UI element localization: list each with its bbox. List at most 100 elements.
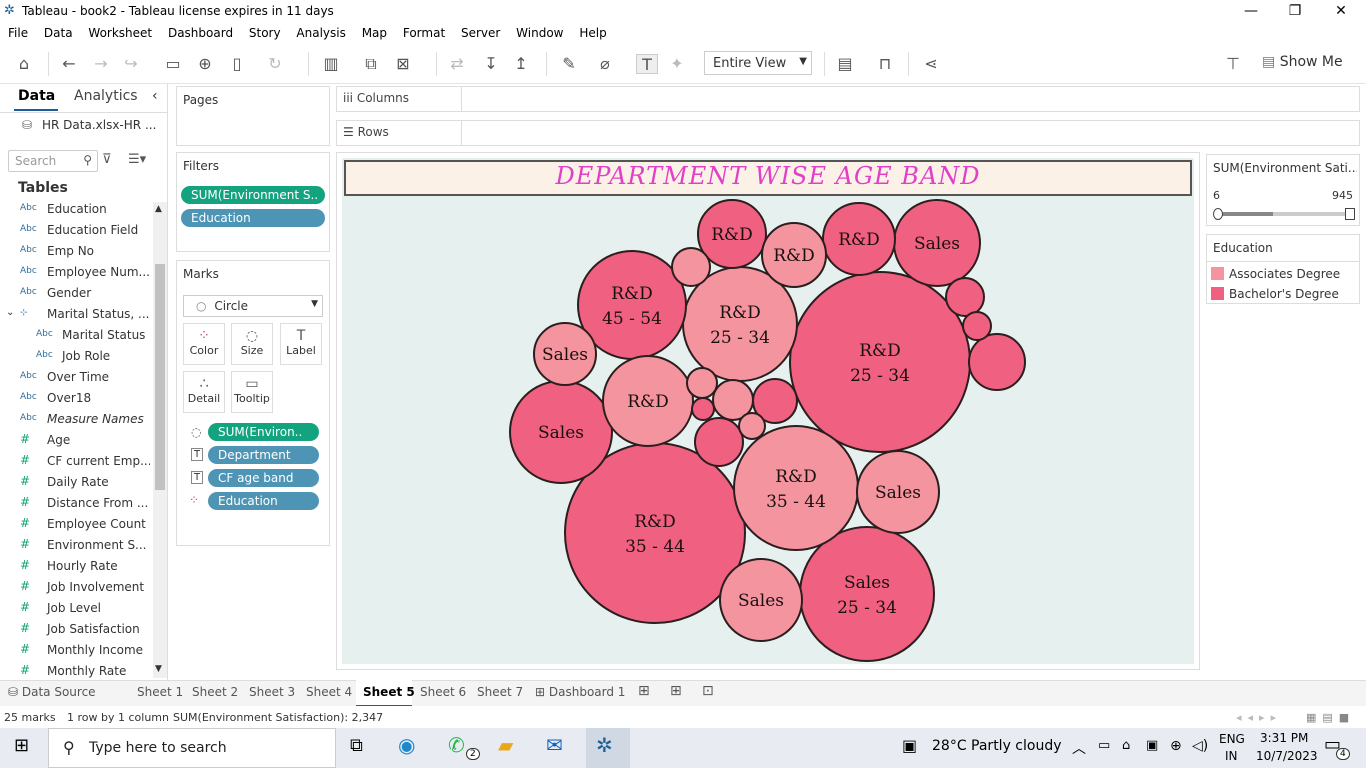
network-monitor-icon[interactable]: ▣ xyxy=(1146,738,1158,753)
field-item[interactable]: # Hourly Rate xyxy=(0,557,150,578)
rows-shelf[interactable]: ☰ Rows xyxy=(336,120,1360,146)
lang-in[interactable]: IN xyxy=(1225,749,1238,763)
range-handle-min[interactable] xyxy=(1213,208,1223,220)
redo-icon[interactable]: → xyxy=(90,54,112,74)
scroll-down-icon[interactable]: ▼ xyxy=(155,664,162,674)
legend-swatch-bachelors[interactable] xyxy=(1211,287,1224,300)
share-icon[interactable]: ⋖ xyxy=(920,54,942,74)
field-item[interactable]: Abc Over18 xyxy=(0,389,150,410)
field-item[interactable]: # Age xyxy=(0,431,150,452)
range-handle-max[interactable] xyxy=(1345,208,1355,220)
new-dashboard-icon[interactable]: ⊞ xyxy=(670,683,682,699)
bubble-mark[interactable]: Sales xyxy=(533,322,597,386)
scroll-thumb[interactable] xyxy=(155,264,165,490)
columns-shelf[interactable]: iii Columns xyxy=(336,86,1360,112)
sort-asc-icon[interactable]: ↧ xyxy=(480,54,502,74)
tab-sheet-7[interactable]: Sheet 7 xyxy=(477,685,523,699)
volume-icon[interactable]: ◁) xyxy=(1192,738,1208,754)
bubble-mark[interactable] xyxy=(671,247,711,287)
color-button[interactable]: ⁘ Color xyxy=(183,323,225,365)
tab-data-source[interactable]: ⛁ Data Source xyxy=(8,685,96,699)
tray-chevron-icon[interactable]: ︿ xyxy=(1072,738,1086,758)
sheet-nav-arrows-icon[interactable]: ◂◂▸▸ xyxy=(1236,711,1282,724)
bubble-mark[interactable]: Sales xyxy=(856,450,940,534)
field-item[interactable]: # Job Involvement xyxy=(0,578,150,599)
tab-sheet-1[interactable]: Sheet 1 xyxy=(137,685,183,699)
swap-icon[interactable]: ⇄ xyxy=(446,54,468,74)
new-worksheet-icon[interactable]: ▥ xyxy=(320,54,342,74)
mail-icon[interactable]: ✉ xyxy=(546,733,563,757)
bubble-mark[interactable]: Sales 25 - 34 xyxy=(799,526,935,662)
windows-start-icon[interactable]: ⊞ xyxy=(14,735,29,756)
filter-icon[interactable]: ⊽ xyxy=(102,152,112,167)
tab-sheet-5[interactable]: Sheet 5 xyxy=(363,685,415,699)
pages-card[interactable]: Pages xyxy=(176,86,330,146)
new-sheet-icon[interactable]: ⊞ xyxy=(638,683,650,699)
battery-icon[interactable]: ▭ xyxy=(1098,738,1110,753)
legend-swatch-associates[interactable] xyxy=(1211,267,1224,280)
file-explorer-icon[interactable]: ▰ xyxy=(498,733,513,757)
taskbar-search[interactable]: ⚲ Type here to search xyxy=(48,728,336,768)
tab-sheet-4[interactable]: Sheet 4 xyxy=(306,685,352,699)
field-item[interactable]: Abc Emp No xyxy=(0,242,150,263)
highlight-icon[interactable]: ✎ xyxy=(558,54,580,74)
menu-worksheet[interactable]: Worksheet xyxy=(80,24,152,40)
menu-format[interactable]: Format xyxy=(395,24,445,40)
field-item[interactable]: # Job Level xyxy=(0,599,150,620)
menu-file[interactable]: File xyxy=(0,24,28,40)
size-range-legend[interactable]: SUM(Environment Sati... 6 945 xyxy=(1206,154,1360,226)
tab-sheet-3[interactable]: Sheet 3 xyxy=(249,685,295,699)
tooltip-button[interactable]: ▭ Tooltip xyxy=(231,371,273,413)
clear-sheet-icon[interactable]: ⊠ xyxy=(392,54,414,74)
mark-type-select[interactable]: ○ Circle ▼ xyxy=(183,295,323,317)
tab-data[interactable]: Data xyxy=(18,88,55,104)
network-icon[interactable]: ⊕ xyxy=(1170,738,1182,754)
show-me-button[interactable]: ▤ Show Me xyxy=(1262,54,1343,70)
legend-label-associates[interactable]: Associates Degree xyxy=(1229,267,1340,281)
field-item[interactable]: ⊹ Marital Status, ... ⌄ xyxy=(0,305,150,326)
label-button[interactable]: T Label xyxy=(280,323,322,365)
marks-pill-age-band[interactable]: CF age band xyxy=(208,469,319,487)
menu-data[interactable]: Data xyxy=(36,24,73,40)
new-story-icon[interactable]: ⊡ xyxy=(702,683,714,699)
marks-pill-department[interactable]: Department xyxy=(208,446,319,464)
field-item[interactable]: Abc Education xyxy=(0,200,150,221)
refresh-icon[interactable]: ↻ xyxy=(264,54,286,74)
menu-story[interactable]: Story xyxy=(241,24,281,40)
field-item[interactable]: # Distance From ... xyxy=(0,494,150,515)
lang-eng[interactable]: ENG xyxy=(1219,732,1245,746)
menu-analysis[interactable]: Analysis xyxy=(288,24,345,40)
whatsapp-icon[interactable]: ✆ xyxy=(448,733,465,757)
chevron-down-icon[interactable]: ⌄ xyxy=(6,307,14,318)
field-item[interactable]: # Job Satisfaction xyxy=(0,620,150,641)
bubble-mark[interactable] xyxy=(945,277,985,317)
field-item[interactable]: Abc Measure Names xyxy=(0,410,150,431)
home-icon[interactable]: ⌂ xyxy=(13,54,35,74)
search-input[interactable]: Search ⚲ xyxy=(8,150,98,172)
bubble-mark[interactable] xyxy=(691,397,715,421)
presentation-mode-icon[interactable]: ⊓ xyxy=(874,54,896,74)
bubble-mark[interactable]: R&D 35 - 44 xyxy=(733,425,859,551)
marks-pill-education[interactable]: Education xyxy=(208,492,319,510)
field-item[interactable]: # Daily Rate xyxy=(0,473,150,494)
tab-dashboard-1[interactable]: ⊞ Dashboard 1 xyxy=(535,685,625,699)
field-item[interactable]: Abc Marital Status xyxy=(0,326,150,347)
clock-time[interactable]: 3:31 PM xyxy=(1260,731,1308,745)
menu-help[interactable]: Help xyxy=(571,24,606,40)
detail-button[interactable]: ∴ Detail xyxy=(183,371,225,413)
bubble-mark[interactable]: Sales xyxy=(719,558,803,642)
bubble-mark[interactable]: Sales xyxy=(509,380,613,484)
tableau-taskbar-icon[interactable]: ✲ xyxy=(596,733,613,757)
datasource-name[interactable]: HR Data.xlsx-HR ... xyxy=(42,118,156,132)
menu-dashboard[interactable]: Dashboard xyxy=(160,24,233,40)
show-labels-icon[interactable]: T xyxy=(636,54,658,74)
bubble-mark[interactable]: R&D xyxy=(822,202,896,276)
save-icon[interactable]: ▭ xyxy=(162,54,184,74)
bubble-mark[interactable]: R&D xyxy=(761,222,827,288)
menu-map[interactable]: Map xyxy=(354,24,387,40)
tab-sheet-6[interactable]: Sheet 6 xyxy=(420,685,466,699)
pin-icon[interactable]: ⊤ xyxy=(1222,54,1244,74)
bubble-chart[interactable]: R&D 25 - 34 R&D 35 - 44 Sales 25 - 34 R&D 35 - … xyxy=(342,158,1194,664)
tab-sheet-2[interactable]: Sheet 2 xyxy=(192,685,238,699)
bubble-mark[interactable] xyxy=(962,311,992,341)
